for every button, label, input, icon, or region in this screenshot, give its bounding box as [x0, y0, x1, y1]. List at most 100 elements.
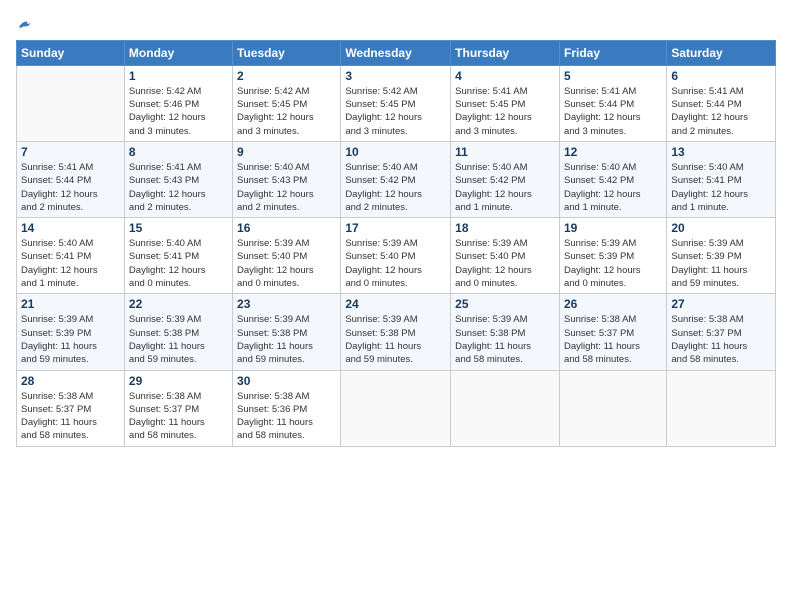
calendar-cell: 4Sunrise: 5:41 AM Sunset: 5:45 PM Daylig…	[451, 65, 560, 141]
calendar-week-2: 7Sunrise: 5:41 AM Sunset: 5:44 PM Daylig…	[17, 141, 776, 217]
calendar-cell: 6 Sunrise: 5:41 AM Sunset: 5:44 PM Daylig…	[667, 65, 776, 141]
calendar-cell: 12Sunrise: 5:40 AM Sunset: 5:42 PM Dayli…	[559, 141, 666, 217]
day-info: Sunrise: 5:39 AM Sunset: 5:40 PM Dayligh…	[345, 237, 446, 290]
weekday-header-saturday: Saturday	[667, 40, 776, 65]
day-info: Sunrise: 5:40 AM Sunset: 5:41 PM Dayligh…	[21, 237, 120, 290]
day-number: 22	[129, 297, 228, 311]
day-number: 24	[345, 297, 446, 311]
calendar-cell: 2 Sunrise: 5:42 AM Sunset: 5:45 PM Daylig…	[233, 65, 341, 141]
calendar-cell: 22 Sunrise: 5:39 AM Sunset: 5:38 PM Dayli…	[124, 294, 232, 370]
logo	[16, 16, 32, 32]
calendar-cell: 21 Sunrise: 5:39 AM Sunset: 5:39 PM Dayli…	[17, 294, 125, 370]
weekday-header-friday: Friday	[559, 40, 666, 65]
calendar-cell: 10 Sunrise: 5:40 AM Sunset: 5:42 PM Dayli…	[341, 141, 451, 217]
day-number: 15	[129, 221, 228, 235]
day-info: Sunrise: 5:39 AM Sunset: 5:39 PM Dayligh…	[671, 237, 771, 290]
calendar-cell: 20 Sunrise: 5:39 AM Sunset: 5:39 PM Dayli…	[667, 218, 776, 294]
calendar-cell: 7Sunrise: 5:41 AM Sunset: 5:44 PM Daylig…	[17, 141, 125, 217]
day-info: Sunrise: 5:39 AM Sunset: 5:38 PM Dayligh…	[129, 313, 228, 366]
day-info: Sunrise: 5:40 AM Sunset: 5:42 PM Dayligh…	[455, 161, 555, 214]
calendar-cell: 13 Sunrise: 5:40 AM Sunset: 5:41 PM Dayli…	[667, 141, 776, 217]
calendar-cell	[17, 65, 125, 141]
calendar-table: SundayMondayTuesdayWednesdayThursdayFrid…	[16, 40, 776, 447]
calendar-cell: 15 Sunrise: 5:40 AM Sunset: 5:41 PM Dayli…	[124, 218, 232, 294]
day-info: Sunrise: 5:39 AM Sunset: 5:39 PM Dayligh…	[21, 313, 120, 366]
day-number: 6	[671, 69, 771, 83]
day-number: 14	[21, 221, 120, 235]
weekday-header-thursday: Thursday	[451, 40, 560, 65]
calendar-cell: 26Sunrise: 5:38 AM Sunset: 5:37 PM Dayli…	[559, 294, 666, 370]
weekday-header-tuesday: Tuesday	[233, 40, 341, 65]
day-number: 16	[237, 221, 336, 235]
calendar-cell: 24Sunrise: 5:39 AM Sunset: 5:38 PM Dayli…	[341, 294, 451, 370]
day-number: 13	[671, 145, 771, 159]
weekday-header-wednesday: Wednesday	[341, 40, 451, 65]
calendar-cell	[667, 370, 776, 446]
calendar-body: 1 Sunrise: 5:42 AM Sunset: 5:46 PM Daylig…	[17, 65, 776, 446]
day-number: 18	[455, 221, 555, 235]
logo-text	[16, 16, 32, 36]
day-info: Sunrise: 5:39 AM Sunset: 5:38 PM Dayligh…	[455, 313, 555, 366]
calendar-cell: 25 Sunrise: 5:39 AM Sunset: 5:38 PM Dayli…	[451, 294, 560, 370]
day-info: Sunrise: 5:38 AM Sunset: 5:37 PM Dayligh…	[129, 390, 228, 443]
day-number: 23	[237, 297, 336, 311]
calendar-cell: 14 Sunrise: 5:40 AM Sunset: 5:41 PM Dayli…	[17, 218, 125, 294]
day-number: 11	[455, 145, 555, 159]
day-info: Sunrise: 5:41 AM Sunset: 5:43 PM Dayligh…	[129, 161, 228, 214]
day-number: 19	[564, 221, 662, 235]
calendar-cell: 29 Sunrise: 5:38 AM Sunset: 5:37 PM Dayli…	[124, 370, 232, 446]
calendar-cell: 9 Sunrise: 5:40 AM Sunset: 5:43 PM Daylig…	[233, 141, 341, 217]
calendar-cell: 30Sunrise: 5:38 AM Sunset: 5:36 PM Dayli…	[233, 370, 341, 446]
day-info: Sunrise: 5:40 AM Sunset: 5:43 PM Dayligh…	[237, 161, 336, 214]
weekday-header-monday: Monday	[124, 40, 232, 65]
page-header	[16, 16, 776, 32]
day-number: 29	[129, 374, 228, 388]
calendar-cell: 18 Sunrise: 5:39 AM Sunset: 5:40 PM Dayli…	[451, 218, 560, 294]
day-number: 3	[345, 69, 446, 83]
calendar-cell: 27 Sunrise: 5:38 AM Sunset: 5:37 PM Dayli…	[667, 294, 776, 370]
day-info: Sunrise: 5:39 AM Sunset: 5:38 PM Dayligh…	[237, 313, 336, 366]
day-number: 21	[21, 297, 120, 311]
day-info: Sunrise: 5:38 AM Sunset: 5:37 PM Dayligh…	[21, 390, 120, 443]
calendar-cell: 17 Sunrise: 5:39 AM Sunset: 5:40 PM Dayli…	[341, 218, 451, 294]
calendar-week-3: 14 Sunrise: 5:40 AM Sunset: 5:41 PM Dayli…	[17, 218, 776, 294]
day-number: 17	[345, 221, 446, 235]
day-info: Sunrise: 5:39 AM Sunset: 5:39 PM Dayligh…	[564, 237, 662, 290]
calendar-header-row: SundayMondayTuesdayWednesdayThursdayFrid…	[17, 40, 776, 65]
calendar-cell: 1 Sunrise: 5:42 AM Sunset: 5:46 PM Daylig…	[124, 65, 232, 141]
day-number: 1	[129, 69, 228, 83]
calendar-cell: 23 Sunrise: 5:39 AM Sunset: 5:38 PM Dayli…	[233, 294, 341, 370]
calendar-cell: 3Sunrise: 5:42 AM Sunset: 5:45 PM Daylig…	[341, 65, 451, 141]
calendar-week-4: 21 Sunrise: 5:39 AM Sunset: 5:39 PM Dayli…	[17, 294, 776, 370]
day-info: Sunrise: 5:40 AM Sunset: 5:42 PM Dayligh…	[345, 161, 446, 214]
day-info: Sunrise: 5:41 AM Sunset: 5:44 PM Dayligh…	[564, 85, 662, 138]
day-info: Sunrise: 5:42 AM Sunset: 5:45 PM Dayligh…	[237, 85, 336, 138]
calendar-cell: 28Sunrise: 5:38 AM Sunset: 5:37 PM Dayli…	[17, 370, 125, 446]
calendar-cell	[451, 370, 560, 446]
calendar-cell: 8Sunrise: 5:41 AM Sunset: 5:43 PM Daylig…	[124, 141, 232, 217]
calendar-cell	[559, 370, 666, 446]
day-info: Sunrise: 5:38 AM Sunset: 5:37 PM Dayligh…	[671, 313, 771, 366]
day-info: Sunrise: 5:41 AM Sunset: 5:45 PM Dayligh…	[455, 85, 555, 138]
day-info: Sunrise: 5:40 AM Sunset: 5:41 PM Dayligh…	[671, 161, 771, 214]
day-number: 12	[564, 145, 662, 159]
day-info: Sunrise: 5:38 AM Sunset: 5:36 PM Dayligh…	[237, 390, 336, 443]
logo-bird-icon	[18, 17, 32, 31]
day-info: Sunrise: 5:40 AM Sunset: 5:41 PM Dayligh…	[129, 237, 228, 290]
day-number: 20	[671, 221, 771, 235]
calendar-cell: 16Sunrise: 5:39 AM Sunset: 5:40 PM Dayli…	[233, 218, 341, 294]
weekday-header-sunday: Sunday	[17, 40, 125, 65]
day-number: 10	[345, 145, 446, 159]
day-number: 26	[564, 297, 662, 311]
calendar-cell: 11 Sunrise: 5:40 AM Sunset: 5:42 PM Dayli…	[451, 141, 560, 217]
calendar-week-5: 28Sunrise: 5:38 AM Sunset: 5:37 PM Dayli…	[17, 370, 776, 446]
day-info: Sunrise: 5:39 AM Sunset: 5:40 PM Dayligh…	[455, 237, 555, 290]
calendar-cell: 19 Sunrise: 5:39 AM Sunset: 5:39 PM Dayli…	[559, 218, 666, 294]
day-number: 2	[237, 69, 336, 83]
day-number: 25	[455, 297, 555, 311]
day-info: Sunrise: 5:42 AM Sunset: 5:46 PM Dayligh…	[129, 85, 228, 138]
day-number: 9	[237, 145, 336, 159]
day-info: Sunrise: 5:41 AM Sunset: 5:44 PM Dayligh…	[671, 85, 771, 138]
day-number: 27	[671, 297, 771, 311]
day-number: 7	[21, 145, 120, 159]
